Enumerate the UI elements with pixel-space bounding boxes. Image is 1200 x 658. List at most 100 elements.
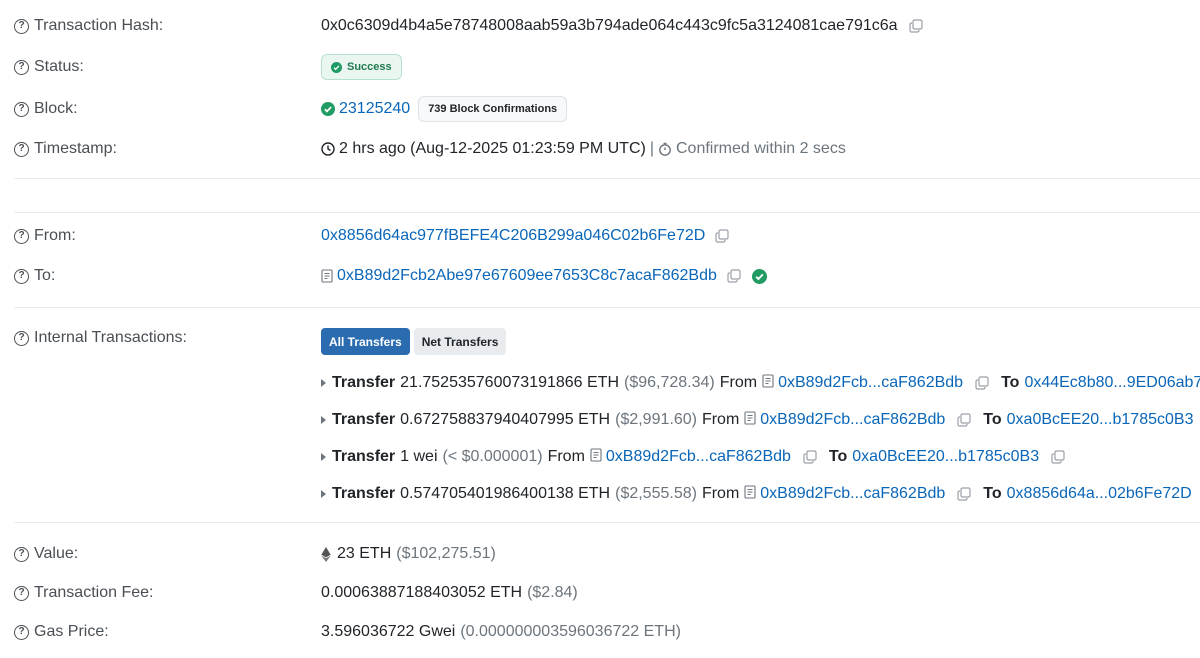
help-icon[interactable]: ? — [14, 268, 29, 284]
transfer-usd: (< $0.000001) — [442, 448, 543, 465]
transfer-from-word: From — [701, 411, 740, 428]
expand-caret-icon[interactable] — [321, 379, 326, 387]
gas-price-amount: 3.596036722 Gwei — [321, 623, 456, 640]
transfer-row: Transfer 1 wei (< $0.000001) From 0xB89d2Fcb… — [321, 445, 1065, 469]
contract-icon — [762, 373, 774, 393]
transfer-usd: ($2,555.58) — [615, 485, 697, 502]
verified-check-icon — [751, 268, 767, 284]
transfer-to-link[interactable]: 0xa0BcEE20...b1785c0B3 — [852, 448, 1039, 466]
fee-label: Transaction Fee: — [34, 584, 154, 601]
gas-price-eth: (0.000000003596036722 ETH) — [460, 623, 681, 640]
check-circle-icon — [331, 61, 342, 73]
copy-icon[interactable] — [1051, 450, 1065, 464]
help-icon[interactable]: ? — [14, 101, 29, 117]
tab-net-transfers[interactable]: Net Transfers — [413, 328, 507, 355]
transfer-usd: ($96,728.34) — [624, 374, 715, 391]
transfer-from-link[interactable]: 0xB89d2Fcb...caF862Bdb — [778, 374, 963, 392]
transfer-to-link[interactable]: 0x44Ec8b80...9ED06ab7c — [1024, 374, 1200, 392]
transfer-tabs: All Transfers Net Transfers — [321, 328, 507, 355]
timestamp-value: 2 hrs ago (Aug-12-2025 01:23:59 PM UTC) — [339, 140, 646, 157]
to-row: ? To: 0xB89d2Fcb2Abe97e67609ee7653C8c7aca… — [0, 264, 1200, 288]
transfer-from-word: From — [719, 374, 758, 391]
eth-icon — [321, 546, 331, 562]
transfer-to-word: To — [828, 448, 848, 465]
copy-icon[interactable] — [908, 19, 923, 33]
copy-icon[interactable] — [803, 450, 817, 464]
value-row: ? Value: 23 ETH ($102,275.51) — [0, 542, 1200, 566]
check-circle-icon — [321, 102, 335, 116]
transfer-to-word: To — [983, 411, 1002, 428]
copy-icon[interactable] — [727, 269, 741, 283]
expand-caret-icon[interactable] — [321, 416, 326, 424]
transfer-word: Transfer — [332, 485, 396, 502]
from-label: From: — [34, 227, 76, 244]
tx-hash-value: 0x0c6309d4b4a5e78748008aab59a3b794ade064… — [321, 17, 898, 34]
help-icon[interactable]: ? — [14, 546, 29, 562]
transfer-row: Transfer 0.574705401986400138 ETH ($2,555.… — [321, 482, 1200, 506]
transfer-to-word: To — [1001, 374, 1020, 391]
gas-price-label: Gas Price: — [34, 623, 109, 640]
expand-caret-icon[interactable] — [321, 490, 326, 498]
copy-icon[interactable] — [957, 413, 971, 427]
transfer-from-link[interactable]: 0xB89d2Fcb...caF862Bdb — [760, 411, 945, 429]
fee-usd: ($2.84) — [527, 584, 578, 601]
copy-icon[interactable] — [975, 376, 989, 390]
transfer-to-link[interactable]: 0xa0BcEE20...b1785c0B3 — [1007, 411, 1194, 429]
help-icon[interactable]: ? — [14, 330, 29, 346]
tab-all-transfers[interactable]: All Transfers — [321, 328, 410, 355]
transfer-amount: 0.672758837940407995 ETH — [400, 411, 611, 428]
transfer-from-link[interactable]: 0xB89d2Fcb...caF862Bdb — [606, 448, 791, 466]
divider — [14, 307, 1200, 308]
transfer-amount: 21.752535760073191866 ETH — [400, 374, 619, 391]
transfer-word: Transfer — [332, 448, 396, 465]
copy-icon[interactable] — [715, 229, 729, 243]
help-icon[interactable]: ? — [14, 624, 29, 640]
gas-price-row: ? Gas Price: 3.596036722 Gwei (0.00000000… — [0, 620, 1200, 644]
from-address-link[interactable]: 0x8856d64ac977fBEFE4C206B299a046C02b6Fe7… — [321, 227, 705, 245]
status-row: ? Status: Success — [0, 54, 1200, 80]
value-label: Value: — [34, 545, 79, 562]
divider — [14, 522, 1200, 523]
help-icon[interactable]: ? — [14, 18, 29, 34]
transfer-to-word: To — [983, 485, 1002, 502]
contract-icon — [744, 484, 756, 504]
transfer-from-link[interactable]: 0xB89d2Fcb...caF862Bdb — [760, 485, 945, 503]
copy-icon[interactable] — [957, 487, 971, 501]
clock-icon — [321, 142, 335, 156]
status-label: Status: — [34, 58, 84, 75]
transfer-row: Transfer 21.752535760073191866 ETH ($96,72… — [321, 371, 1200, 395]
contract-icon — [590, 447, 602, 467]
tx-hash-label: Transaction Hash: — [34, 17, 164, 34]
transfer-word: Transfer — [332, 374, 396, 391]
help-icon[interactable]: ? — [14, 228, 29, 244]
confirmed-within: Confirmed within 2 secs — [675, 140, 846, 157]
transfer-word: Transfer — [332, 411, 396, 428]
fee-row: ? Transaction Fee: 0.00063887188403052 ET… — [0, 581, 1200, 605]
timestamp-row: ? Timestamp: 2 hrs ago (Aug-12-2025 01:23… — [0, 137, 1200, 161]
stopwatch-icon — [659, 142, 671, 156]
transfer-to-link[interactable]: 0x8856d64a...02b6Fe72D — [1007, 485, 1192, 503]
status-badge: Success — [321, 54, 402, 80]
block-label: Block: — [34, 100, 78, 117]
timestamp-label: Timestamp: — [34, 140, 117, 157]
to-label: To: — [34, 267, 56, 284]
help-icon[interactable]: ? — [14, 585, 29, 601]
transfer-from-word: From — [547, 448, 585, 465]
block-number-link[interactable]: 23125240 — [339, 100, 410, 118]
transfer-from-word: From — [701, 485, 740, 502]
from-row: ? From: 0x8856d64ac977fBEFE4C206B299a046C… — [0, 224, 1200, 248]
value-usd: ($102,275.51) — [396, 545, 496, 562]
transfer-amount: 1 wei — [400, 448, 438, 465]
help-icon[interactable]: ? — [14, 59, 29, 75]
internal-tx-label: Internal Transactions: — [34, 329, 187, 346]
to-address-link[interactable]: 0xB89d2Fcb2Abe97e67609ee7653C8c7acaF862B… — [337, 267, 717, 285]
value-amount: 23 ETH — [337, 545, 392, 562]
confirmations-badge: 739 Block Confirmations — [418, 96, 568, 122]
contract-icon — [744, 410, 756, 430]
tx-hash-row: ? Transaction Hash: 0x0c6309d4b4a5e787480… — [0, 14, 1200, 38]
help-icon[interactable]: ? — [14, 141, 29, 157]
expand-caret-icon[interactable] — [321, 453, 326, 461]
timestamp-separator: | — [649, 140, 654, 157]
transfer-usd: ($2,991.60) — [615, 411, 697, 428]
transfer-row: Transfer 0.672758837940407995 ETH ($2,991.… — [321, 408, 1200, 432]
